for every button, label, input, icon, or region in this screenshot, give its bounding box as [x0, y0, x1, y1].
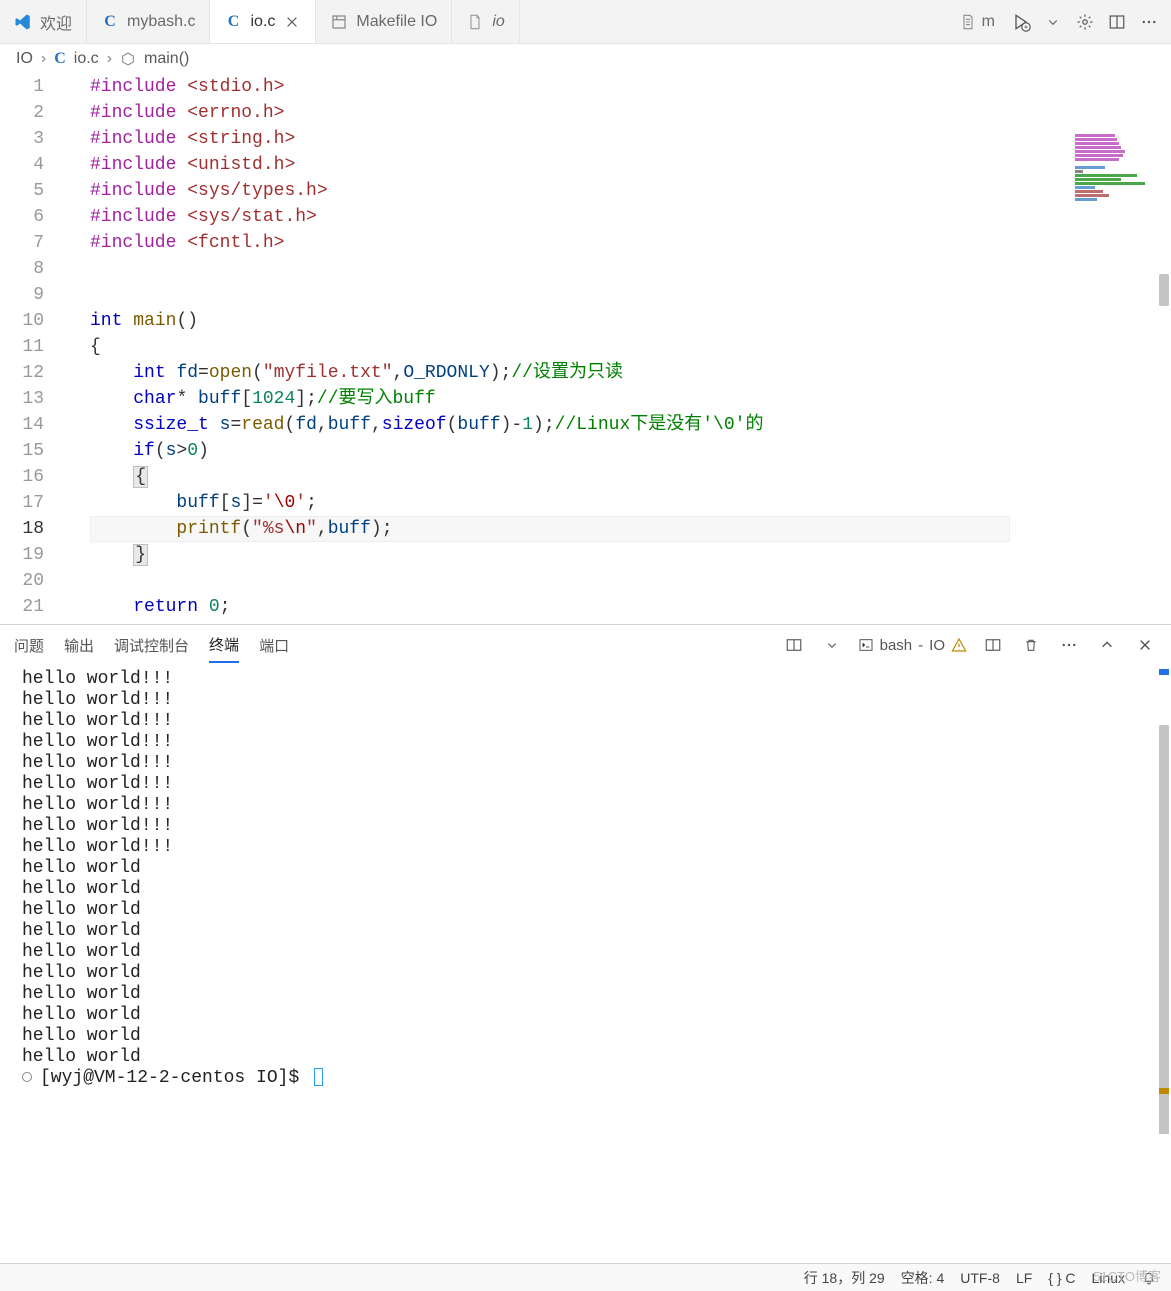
file-icon — [466, 13, 484, 31]
minimap[interactable] — [1075, 134, 1155, 204]
symbol-method-icon — [120, 51, 136, 67]
close-icon[interactable] — [283, 13, 301, 31]
tab-bar: 欢迎 C mybash.c C io.c Makefile IO io m — [0, 0, 1171, 44]
split-panel-icon[interactable] — [782, 633, 806, 657]
run-debug-icon[interactable] — [1009, 10, 1033, 34]
terminal-line: hello world — [22, 1047, 1157, 1068]
panel-tab-output[interactable]: 输出 — [64, 629, 94, 662]
terminal-shell-selector[interactable]: bash - IO — [858, 637, 967, 654]
trash-icon[interactable] — [1019, 633, 1043, 657]
panel-tab-debug[interactable]: 调试控制台 — [114, 629, 189, 662]
shell-sep: - — [918, 637, 923, 654]
c-file-icon: C — [54, 50, 66, 68]
code-area[interactable]: #include <stdio.h>#include <errno.h>#inc… — [90, 74, 1010, 620]
terminal-line: hello world!!! — [22, 711, 1157, 732]
tab-label: io.c — [250, 13, 275, 31]
terminal-line: hello world!!! — [22, 690, 1157, 711]
terminal-line: hello world — [22, 900, 1157, 921]
breadcrumb-segment[interactable]: main() — [144, 50, 189, 68]
status-eol[interactable]: LF — [1016, 1270, 1032, 1286]
terminal-line: hello world!!! — [22, 753, 1157, 774]
status-spaces[interactable]: 空格: 4 — [901, 1268, 945, 1288]
scroll-thumb[interactable] — [1159, 725, 1169, 1134]
terminal-line: hello world — [22, 858, 1157, 879]
terminal-scrollbar[interactable] — [1157, 665, 1171, 1134]
terminal-line: hello world — [22, 984, 1157, 1005]
extra-tab-label: m — [982, 13, 995, 31]
shell-context: IO — [929, 637, 945, 654]
terminal-line: hello world!!! — [22, 816, 1157, 837]
terminal-line: hello world!!! — [22, 669, 1157, 690]
gear-icon[interactable] — [1073, 10, 1097, 34]
tab-makefile[interactable]: Makefile IO — [316, 0, 452, 43]
terminal-line: hello world — [22, 879, 1157, 900]
terminal-line: hello world — [22, 942, 1157, 963]
watermark: 51CTO博客 — [1093, 1266, 1161, 1285]
scroll-marker — [1159, 669, 1169, 675]
tab-welcome[interactable]: 欢迎 — [0, 0, 87, 43]
scroll-marker — [1159, 1088, 1169, 1094]
split-terminal-icon[interactable] — [981, 633, 1005, 657]
close-panel-icon[interactable] — [1133, 633, 1157, 657]
panel-controls: bash - IO — [782, 633, 1157, 657]
terminal-line: hello world — [22, 963, 1157, 984]
panel: 问题 输出 调试控制台 终端 端口 bash - IO — [0, 624, 1171, 1134]
extra-tab[interactable]: m — [954, 13, 1001, 31]
panel-tab-terminal[interactable]: 终端 — [209, 628, 239, 663]
status-lang[interactable]: { } C — [1048, 1270, 1075, 1286]
terminal-line: hello world — [22, 1026, 1157, 1047]
terminal-line: hello world!!! — [22, 774, 1157, 795]
file-text-icon — [960, 14, 976, 30]
warning-icon — [951, 637, 967, 653]
breadcrumb-segment[interactable]: IO — [16, 50, 33, 68]
tab-io-file[interactable]: io — [452, 0, 519, 43]
status-encoding[interactable]: UTF-8 — [960, 1270, 1000, 1286]
c-file-icon: C — [101, 13, 119, 31]
terminal-line: hello world — [22, 921, 1157, 942]
chevron-up-icon[interactable] — [1095, 633, 1119, 657]
tab-label: Makefile IO — [356, 13, 437, 31]
tab-mybash[interactable]: C mybash.c — [87, 0, 210, 43]
editor-toolbar: m — [944, 0, 1171, 43]
split-editor-icon[interactable] — [1105, 10, 1129, 34]
tab-label: io — [492, 13, 504, 31]
status-bar: 行 18，列 29 空格: 4 UTF-8 LF { } C Linux — [0, 1263, 1171, 1291]
terminal-cursor — [314, 1068, 323, 1086]
panel-tab-bar: 问题 输出 调试控制台 终端 端口 bash - IO — [0, 625, 1171, 665]
scroll-thumb[interactable] — [1159, 274, 1169, 306]
status-cursor[interactable]: 行 18，列 29 — [804, 1268, 885, 1288]
terminal[interactable]: hello world!!!hello world!!!hello world!… — [0, 665, 1171, 1134]
panel-tab-problems[interactable]: 问题 — [14, 629, 44, 662]
terminal-line: hello world — [22, 1005, 1157, 1026]
line-gutter: 123456789101112131415161718192021 — [0, 74, 62, 620]
editor-scrollbar[interactable] — [1157, 74, 1171, 624]
c-file-icon: C — [224, 13, 242, 31]
code-editor[interactable]: 123456789101112131415161718192021 #inclu… — [0, 74, 1171, 624]
chevron-down-icon[interactable] — [820, 633, 844, 657]
terminal-line: hello world!!! — [22, 837, 1157, 858]
tab-label: 欢迎 — [40, 10, 72, 34]
tab-io-c[interactable]: C io.c — [210, 0, 316, 43]
terminal-line: hello world!!! — [22, 732, 1157, 753]
terminal-icon — [858, 637, 874, 653]
more-icon[interactable] — [1057, 633, 1081, 657]
chevron-right-icon: › — [41, 50, 46, 68]
shell-name: bash — [880, 637, 913, 654]
chevron-right-icon: › — [107, 50, 112, 68]
vscode-icon — [14, 13, 32, 31]
breadcrumb[interactable]: IO › C io.c › main() — [0, 44, 1171, 74]
makefile-icon — [330, 13, 348, 31]
panel-tab-ports[interactable]: 端口 — [259, 629, 289, 662]
tab-label: mybash.c — [127, 13, 195, 31]
more-icon[interactable] — [1137, 10, 1161, 34]
terminal-prompt[interactable]: [wyj@VM-12-2-centos IO]$ — [22, 1068, 1157, 1089]
chevron-down-icon[interactable] — [1041, 10, 1065, 34]
breadcrumb-segment[interactable]: io.c — [74, 50, 99, 68]
terminal-line: hello world!!! — [22, 795, 1157, 816]
